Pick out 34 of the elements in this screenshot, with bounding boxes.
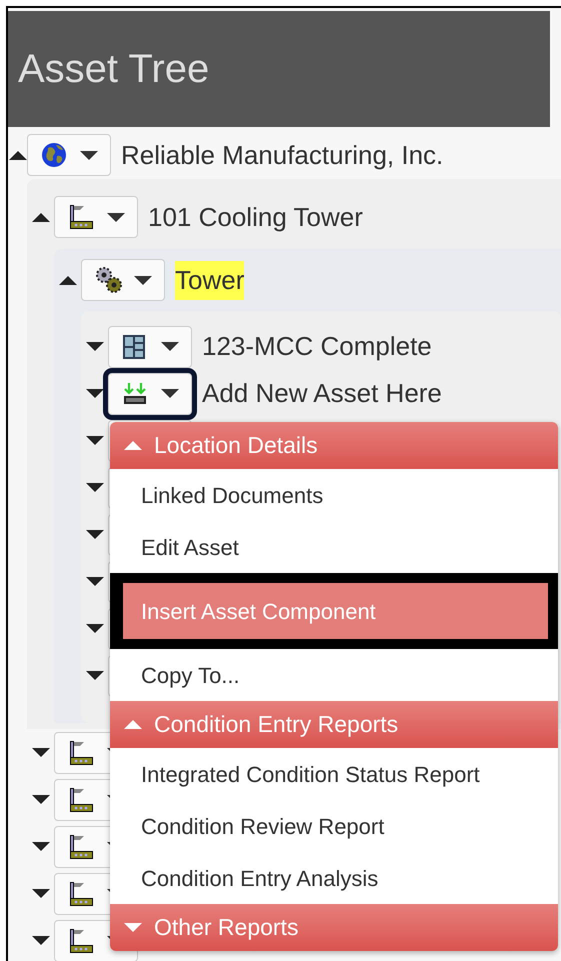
factory-icon (67, 832, 95, 860)
node-label[interactable]: 101 Cooling Tower (148, 198, 363, 236)
menu-item[interactable]: Condition Entry Analysis (110, 852, 558, 904)
caret-down-icon[interactable] (134, 276, 152, 284)
factory-icon (67, 880, 95, 908)
factory-icon (67, 786, 95, 814)
add-here-icon (121, 380, 149, 406)
node-label[interactable]: Tower (175, 260, 244, 300)
expand-icon[interactable] (124, 923, 142, 932)
menu-item[interactable]: Copy To... (110, 649, 558, 701)
caret-down-icon[interactable] (107, 212, 125, 222)
menu-item[interactable]: Linked Documents (110, 469, 558, 521)
caret-down-icon[interactable] (80, 150, 98, 160)
node-menu-button[interactable] (81, 259, 165, 301)
collapse-icon[interactable] (124, 720, 142, 729)
node-label[interactable]: 123-MCC Complete (202, 327, 432, 366)
menu-item[interactable]: Edit Asset (110, 521, 558, 573)
menu-item[interactable]: Integrated Condition Status Report (110, 748, 558, 800)
factory-icon (67, 926, 95, 954)
factory-icon (67, 203, 95, 231)
panel-title: Asset Tree (18, 46, 210, 93)
menu-item[interactable]: Condition Review Report (110, 800, 558, 852)
node-label[interactable]: Reliable Manufacturing, Inc. (121, 136, 444, 174)
cabinet-icon (121, 332, 147, 360)
caret-down-icon[interactable] (161, 389, 179, 398)
globe-icon (40, 141, 68, 169)
collapse-icon[interactable] (124, 441, 142, 450)
factory-icon (67, 738, 95, 766)
node-menu-button[interactable] (54, 196, 138, 238)
node-menu-button[interactable] (27, 134, 111, 176)
gears-icon (94, 265, 124, 295)
node-label[interactable]: Add New Asset Here (202, 374, 442, 413)
node-menu-button[interactable] (108, 326, 192, 368)
caret-down-icon[interactable] (161, 342, 179, 351)
